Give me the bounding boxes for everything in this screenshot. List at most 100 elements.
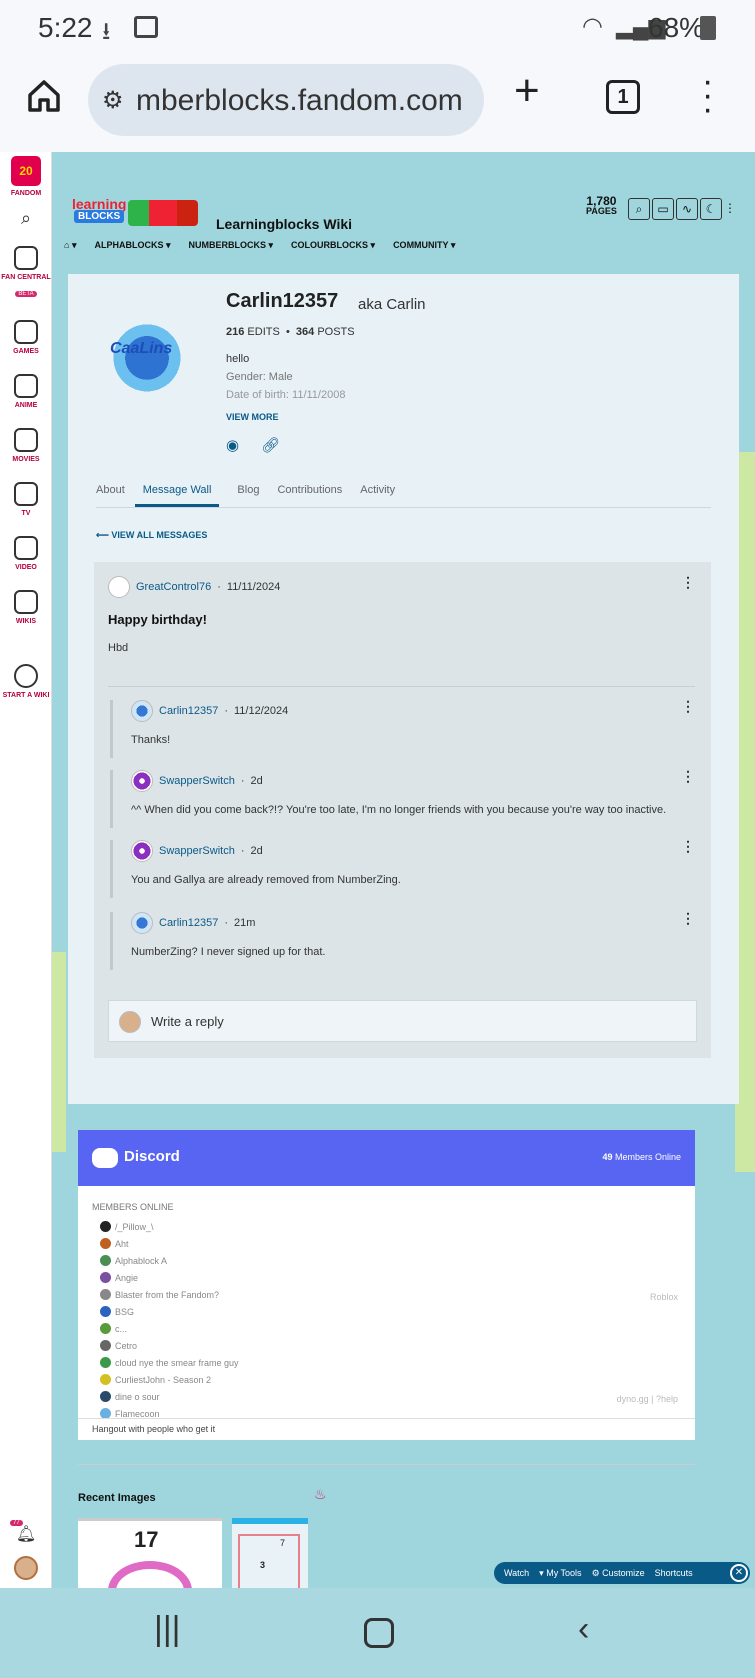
reply-text: NumberZing? I never signed up for that. [131,946,326,958]
avatar[interactable] [131,912,153,934]
back-icon[interactable]: ‹ [578,1610,589,1649]
rail-anime[interactable]: ANIME [0,374,52,410]
reply-menu-icon[interactable]: ⋮ [681,768,695,785]
nav-alphablocks[interactable]: ALPHABLOCKS [94,240,170,251]
rail-label: WIKIS [15,618,37,625]
rail-fan-central[interactable]: FAN CENTRAL BETA [0,246,52,300]
my-tools-button[interactable]: ▾ My Tools [539,1568,581,1579]
post-date[interactable]: 11/11/2024 [227,581,280,593]
post-author[interactable]: GreatControl76 [136,581,211,593]
reply-time[interactable]: 11/12/2024 [234,705,288,717]
post-menu-icon[interactable]: ⋮ [681,574,695,591]
rail-start-wiki[interactable]: START A WIKI [0,664,52,700]
search-button[interactable]: ⌕ [0,208,52,229]
url-text[interactable]: mberblocks.fandom.com [136,84,472,118]
nav-community[interactable]: COMMUNITY [393,240,455,251]
tab-contributions[interactable]: Contributions [277,478,342,507]
rail-movies[interactable]: MOVIES [0,428,52,464]
rail-tv[interactable]: TV [0,482,52,518]
fandom-logo[interactable]: 20 FANDOM [0,156,52,198]
rail-wikis[interactable]: WIKIS [0,590,52,626]
rail-video[interactable]: VIDEO [0,536,52,572]
wiki-logo[interactable]: learning BLOCKS [72,196,198,232]
nav-colourblocks[interactable]: COLOURBLOCKS [291,240,375,251]
rocket-icon [14,246,38,270]
recents-icon[interactable]: ||| [154,1610,181,1649]
tab-switcher-button[interactable]: 1 [606,80,640,114]
avatar[interactable] [131,700,153,722]
clapperboard-icon [14,428,38,452]
discord-member[interactable]: BSG [92,1303,682,1320]
avatar[interactable] [131,770,153,792]
discord-member[interactable]: CurliestJohn - Season 2 [92,1371,682,1388]
discord-member[interactable]: Blaster from the Fandom? [92,1286,682,1303]
wiki-title[interactable]: Learningblocks Wiki [216,216,352,232]
reply-menu-icon[interactable]: ⋮ [681,838,695,855]
discord-member[interactable]: cloud nye the smear frame guy [92,1354,682,1371]
home-icon[interactable] [26,78,62,114]
search-icon[interactable]: ⌕ [628,198,650,220]
discord-member[interactable]: Alphablock A [92,1252,682,1269]
customize-button[interactable]: ⚙ Customize [592,1568,645,1579]
tab-message-wall[interactable]: Message Wall [134,478,220,507]
write-reply-input[interactable]: Write a reply [108,1000,697,1042]
discussions-icon[interactable]: ▭ [652,198,674,220]
tab-blog[interactable]: Blog [237,478,259,507]
rail-games[interactable]: GAMES [0,320,52,356]
dark-mode-icon[interactable]: ☾ [700,198,722,220]
discord-member[interactable]: Cetro [92,1337,682,1354]
system-nav-bar: ||| ‹ [0,1588,755,1678]
nav-numberblocks[interactable]: NUMBERBLOCKS [189,240,274,251]
address-bar[interactable]: ⚙ mberblocks.fandom.com [88,64,484,136]
discord-member[interactable]: dine o sour [92,1388,682,1405]
profile-bio: hello Gender: Male Date of birth: 11/11/… [226,350,345,404]
activity-icon[interactable]: ∿ [676,198,698,220]
thumb-text: 3 [260,1560,266,1570]
shortcuts-button[interactable]: Shortcuts [655,1568,693,1578]
link-icon[interactable]: 🔗︎ [261,436,280,454]
avatar[interactable] [131,840,153,862]
thumb-text: 17 [134,1527,159,1552]
new-tab-icon[interactable]: + [514,66,540,116]
my-tools-label: My Tools [546,1567,582,1578]
reply-time[interactable]: 21m [234,917,255,929]
avatar[interactable] [108,576,130,598]
home-button-icon[interactable] [364,1618,394,1648]
reply-menu-icon[interactable]: ⋮ [681,910,695,927]
play-icon [14,536,38,560]
discord-icon[interactable]: ◉ [226,436,239,454]
reply-author[interactable]: SwapperSwitch [159,775,235,787]
reply-author[interactable]: SwapperSwitch [159,845,235,857]
reply-menu-icon[interactable]: ⋮ [681,698,695,715]
profile-username: Carlin12357 [226,290,339,312]
more-menu-icon[interactable]: · · · [702,64,713,126]
watch-button[interactable]: Watch [504,1568,529,1578]
tab-activity[interactable]: Activity [360,478,395,507]
more-icon[interactable]: ⋮ [724,198,736,220]
recent-image-thumb[interactable]: 17 [78,1518,222,1588]
write-reply-placeholder: Write a reply [151,1014,224,1029]
customize-label: Customize [602,1567,645,1578]
notifications-button[interactable]: 🔔︎ 77 [0,1520,52,1544]
view-all-messages-link[interactable]: ⟵ VIEW ALL MESSAGES [96,530,207,541]
wiki-nav: ⌂ ALPHABLOCKS NUMBERBLOCKS COLOURBLOCKS … [64,240,455,251]
reply-author[interactable]: Carlin12357 [159,917,218,929]
discord-member[interactable]: Angie [92,1269,682,1286]
profile-avatar[interactable]: CaaLins [98,304,196,402]
user-avatar-button[interactable] [0,1556,52,1580]
reply-time[interactable]: 2d [251,775,263,787]
profile-card: CaaLins Carlin12357 aka Carlin 216 EDITS… [68,274,739,1104]
discord-member[interactable]: /_Pillow_\ [92,1218,682,1235]
reply-time[interactable]: 2d [251,845,263,857]
discord-member[interactable]: c... [92,1320,682,1337]
tab-about[interactable]: About [96,478,125,507]
site-settings-icon[interactable]: ⚙ [102,86,124,115]
reply-author[interactable]: Carlin12357 [159,705,218,717]
view-more-link[interactable]: VIEW MORE [226,412,279,422]
discord-member[interactable]: Aht [92,1235,682,1252]
recent-image-thumb[interactable]: 7 3 [232,1518,308,1588]
post-title: Happy birthday! [108,612,207,627]
close-icon[interactable]: ✕ [730,1564,748,1582]
logo-characters [128,200,198,226]
nav-home-menu[interactable]: ⌂ [64,240,76,251]
